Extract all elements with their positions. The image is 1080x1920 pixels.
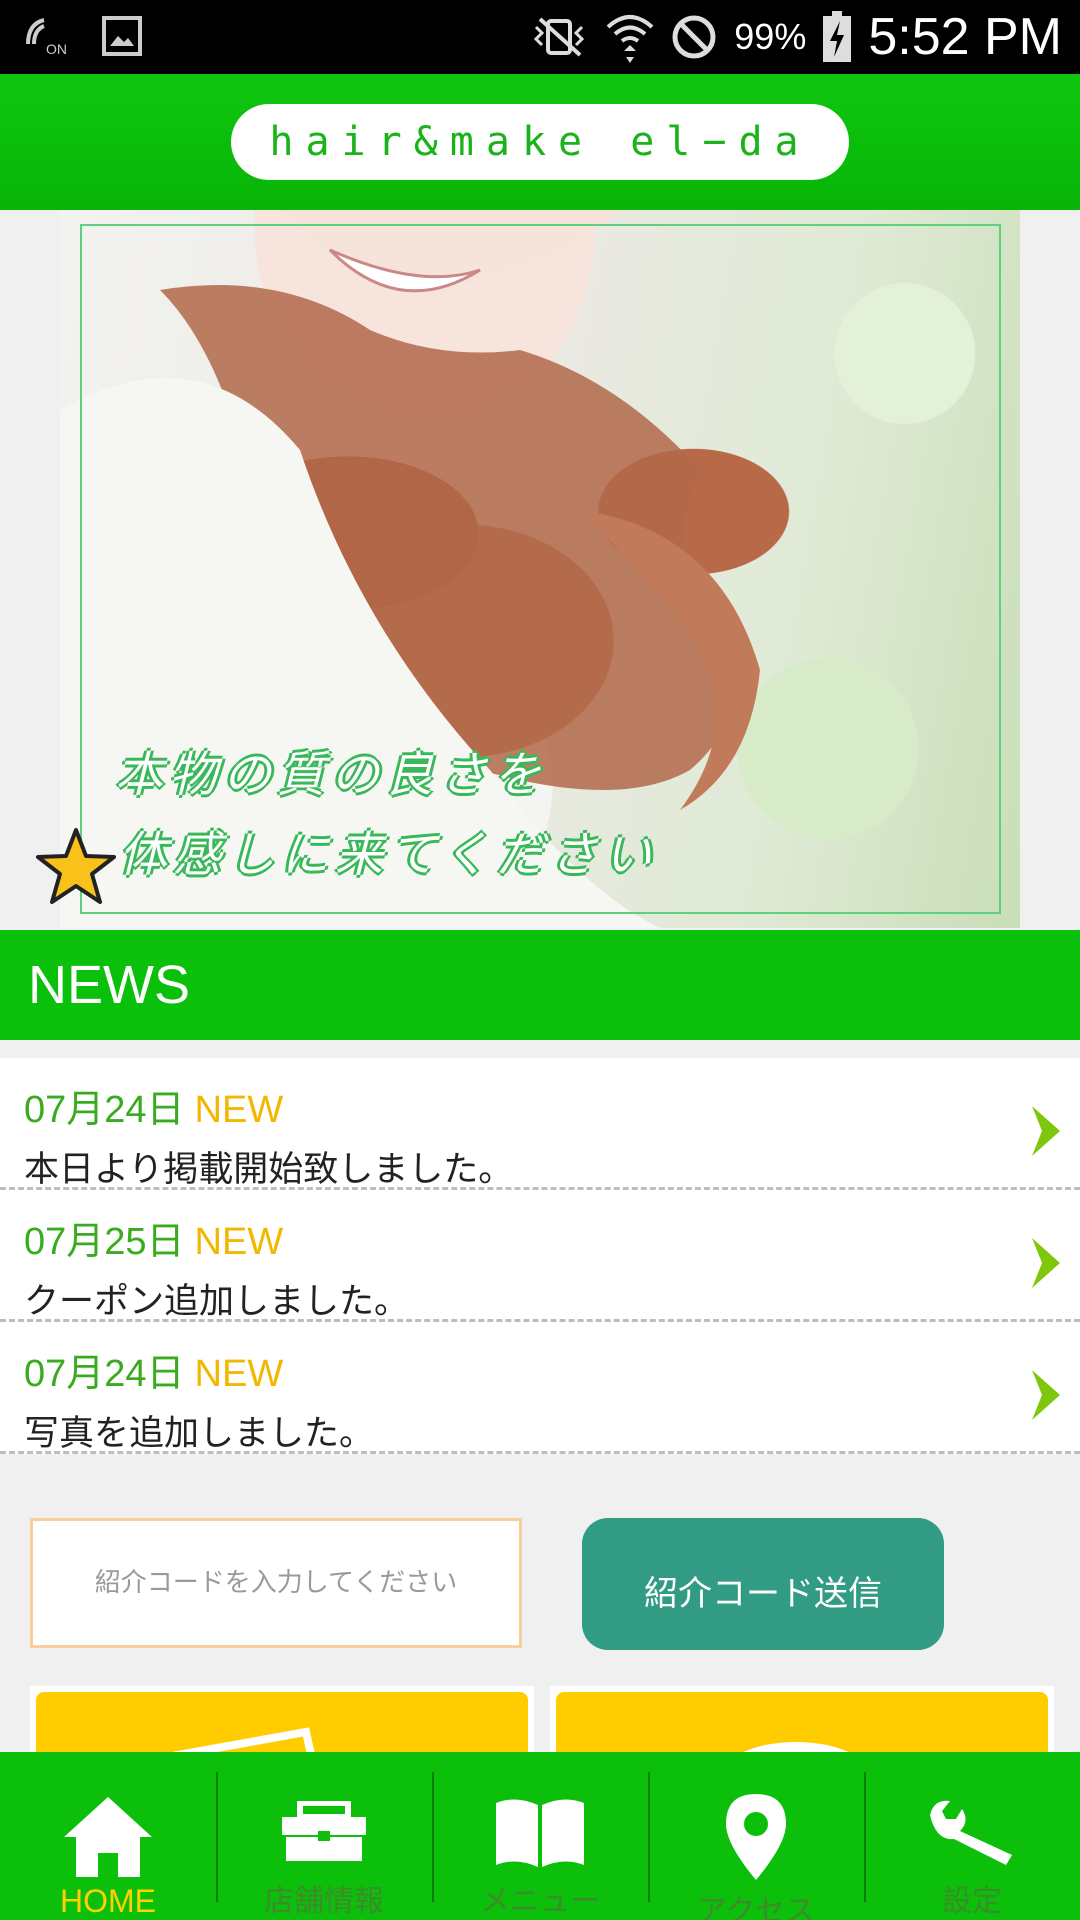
news-item[interactable]: 07月24日 NEW 写真を追加しました。 <box>0 1322 1080 1454</box>
new-badge: NEW <box>194 1089 284 1131</box>
clock: 5:52 PM <box>868 8 1062 66</box>
do-not-disturb-icon <box>670 13 718 61</box>
status-bar: ON 99% 5:52 PM <box>0 0 1080 74</box>
wifi-icon <box>606 11 654 63</box>
battery-percent: 99% <box>734 16 807 57</box>
news-date: 07月24日 <box>24 1089 185 1131</box>
shop-icon <box>280 1792 368 1872</box>
hero-caption-line1: 本物の質の良さを <box>115 747 548 803</box>
news-list: 07月24日 NEW 本日より掲載開始致しました。 07月25日 NEW クーポン追… <box>0 1058 1080 1454</box>
news-title: 写真を追加しました。 <box>24 1414 375 1454</box>
nav-label: 店舗情報 <box>264 1884 384 1919</box>
salon-logo: hair&make el−da <box>231 104 849 180</box>
nav-home[interactable]: HOME <box>0 1752 216 1920</box>
bottom-navigation: HOME 店舗情報 メニュー アクセス 設定 <box>0 1752 1080 1920</box>
location-pin-icon <box>724 1792 788 1882</box>
nav-label: アクセス <box>696 1894 816 1920</box>
news-title: クーポン追加しました。 <box>24 1282 410 1322</box>
send-referral-code-button[interactable]: 紹介コード送信 <box>582 1518 944 1650</box>
nav-label: メニュー <box>480 1884 600 1919</box>
home-icon <box>60 1792 156 1879</box>
chevron-right-icon <box>1028 1236 1062 1294</box>
referral-code-input[interactable] <box>30 1518 522 1648</box>
news-item[interactable]: 07月24日 NEW 本日より掲載開始致しました。 <box>0 1058 1080 1190</box>
wrench-icon <box>926 1792 1018 1872</box>
news-item[interactable]: 07月25日 NEW クーポン追加しました。 <box>0 1190 1080 1322</box>
nav-settings[interactable]: 設定 <box>864 1752 1080 1920</box>
battery-charging-icon <box>822 11 852 63</box>
image-icon <box>102 16 142 56</box>
hero-caption: 本物の質の良さを 体感しに来てください <box>115 735 658 895</box>
nav-label: HOME <box>60 1883 156 1919</box>
chevron-right-icon <box>1028 1104 1062 1162</box>
news-date: 07月24日 <box>24 1353 185 1395</box>
nav-shop-info[interactable]: 店舗情報 <box>216 1752 432 1920</box>
hero-caption-line2: 体感しに来てください <box>119 827 658 883</box>
book-icon <box>494 1792 586 1872</box>
svg-text:ON: ON <box>46 41 67 57</box>
new-badge: NEW <box>194 1221 284 1263</box>
nfc-icon: ON <box>22 14 72 58</box>
nav-menu[interactable]: メニュー <box>432 1752 648 1920</box>
news-heading: NEWS <box>0 930 1080 1040</box>
nav-label: 設定 <box>942 1884 1002 1919</box>
nav-access[interactable]: アクセス <box>648 1752 864 1920</box>
vibrate-off-icon <box>528 15 590 59</box>
new-badge: NEW <box>194 1353 284 1395</box>
star-icon <box>34 826 118 910</box>
chevron-right-icon <box>1028 1368 1062 1426</box>
news-date: 07月25日 <box>24 1221 185 1263</box>
news-title: 本日より掲載開始致しました。 <box>24 1150 514 1190</box>
